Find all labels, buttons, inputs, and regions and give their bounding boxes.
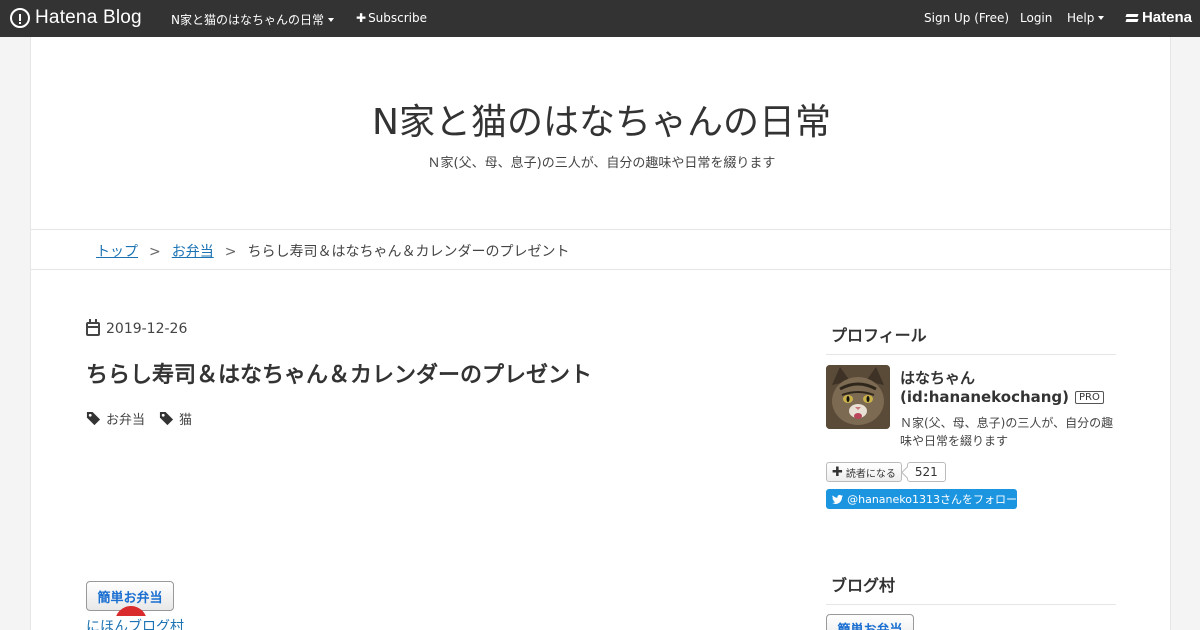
hatena-logo[interactable]: Hatena [1125, 9, 1192, 26]
brand-name: Hatena Blog [35, 7, 142, 28]
plus-icon: ✚ [356, 11, 367, 25]
hatena-logo-text: Hatena [1141, 9, 1192, 26]
breadcrumb-separator: > [224, 244, 237, 260]
tag-label: お弁当 [106, 413, 146, 428]
breadcrumb-bar: トップ > お弁当 > ちらし寿司＆はなちゃん＆カレンダーのプレゼント [31, 229, 1172, 270]
help-dropdown[interactable]: Help [1067, 11, 1105, 25]
reader-count: 521 [906, 462, 946, 482]
profile-description: Ｎ家(父、母、息子)の三人が、自分の趣味や日常を綴ります [900, 416, 1114, 448]
subscribe-label: Subscribe [368, 11, 428, 25]
sidebar-blogmura-banner[interactable]: 簡単お弁当 [826, 614, 914, 630]
hatena-blog-logo[interactable]: Hatena Blog [10, 7, 142, 29]
blogmura-link[interactable]: にほんブログ村 [86, 616, 186, 630]
breadcrumb: トップ > お弁当 > ちらし寿司＆はなちゃん＆カレンダーのプレゼント [96, 241, 569, 261]
tag-icon [159, 411, 174, 426]
blog-menu-dropdown[interactable]: N家と猫のはなちゃんの日常 [171, 11, 334, 28]
blog-container: N家と猫のはなちゃんの日常 Ｎ家(父、母、息子)の三人が、自分の趣味や日常を綴り… [30, 37, 1172, 630]
tag-icon [86, 411, 101, 426]
breadcrumb-category-link[interactable]: お弁当 [172, 244, 214, 260]
entry-date-text: 2019-12-26 [106, 321, 188, 337]
become-reader-label: 読者になる [845, 468, 896, 480]
hatena-mark-icon [1125, 13, 1139, 22]
tag-bento[interactable]: お弁当 [86, 409, 145, 428]
twitter-follow-label: @hananeko1313さんをフォロー [847, 493, 1017, 506]
profile-id-text: (id:hananekochang) [900, 388, 1070, 406]
caret-down-icon [1098, 16, 1105, 20]
reader-row: ✚ 読者になる 521 [826, 462, 946, 482]
blogmura-heading: ブログ村 [826, 572, 1116, 605]
help-label: Help [1067, 11, 1095, 25]
profile-name[interactable]: はなちゃん [900, 367, 975, 388]
calendar-icon [86, 319, 100, 336]
twitter-bird-icon [832, 494, 844, 504]
profile-id[interactable]: (id:hananekochang) PRO [900, 388, 1104, 406]
global-header: Hatena Blog N家と猫のはなちゃんの日常 ✚ Subscribe Sig… [0, 0, 1200, 37]
profile-heading: プロフィール [826, 322, 1116, 355]
subscribe-button[interactable]: ✚ Subscribe [356, 11, 427, 25]
tag-cat[interactable]: 猫 [159, 409, 192, 428]
blog-description: Ｎ家(父、母、息子)の三人が、自分の趣味や日常を綴ります [427, 156, 776, 171]
entry-tags: お弁当 猫 [86, 409, 206, 428]
tag-label: 猫 [179, 413, 193, 428]
become-reader-button[interactable]: ✚ 読者になる [826, 462, 902, 482]
entry-title[interactable]: ちらし寿司＆はなちゃん＆カレンダーのプレゼント [86, 357, 592, 389]
pro-badge: PRO [1075, 391, 1104, 404]
breadcrumb-separator: > [149, 244, 161, 260]
exclamation-icon [10, 8, 30, 28]
login-link[interactable]: Login [1020, 11, 1052, 25]
blog-menu-label: N家と猫のはなちゃんの日常 [171, 13, 324, 27]
plus-icon: ✚ [832, 464, 843, 480]
breadcrumb-top-link[interactable]: トップ [96, 244, 138, 260]
profile-avatar[interactable] [826, 365, 890, 429]
twitter-follow-button[interactable]: @hananeko1313さんをフォロー [826, 489, 1017, 509]
caret-down-icon [327, 18, 334, 22]
blog-title[interactable]: N家と猫のはなちゃんの日常 [31, 93, 1172, 145]
entry-date[interactable]: 2019-12-26 [86, 319, 188, 337]
breadcrumb-current: ちらし寿司＆はなちゃん＆カレンダーのプレゼント [247, 244, 570, 260]
cat-avatar-image [826, 365, 890, 429]
signup-link[interactable]: Sign Up (Free) [924, 11, 1009, 25]
